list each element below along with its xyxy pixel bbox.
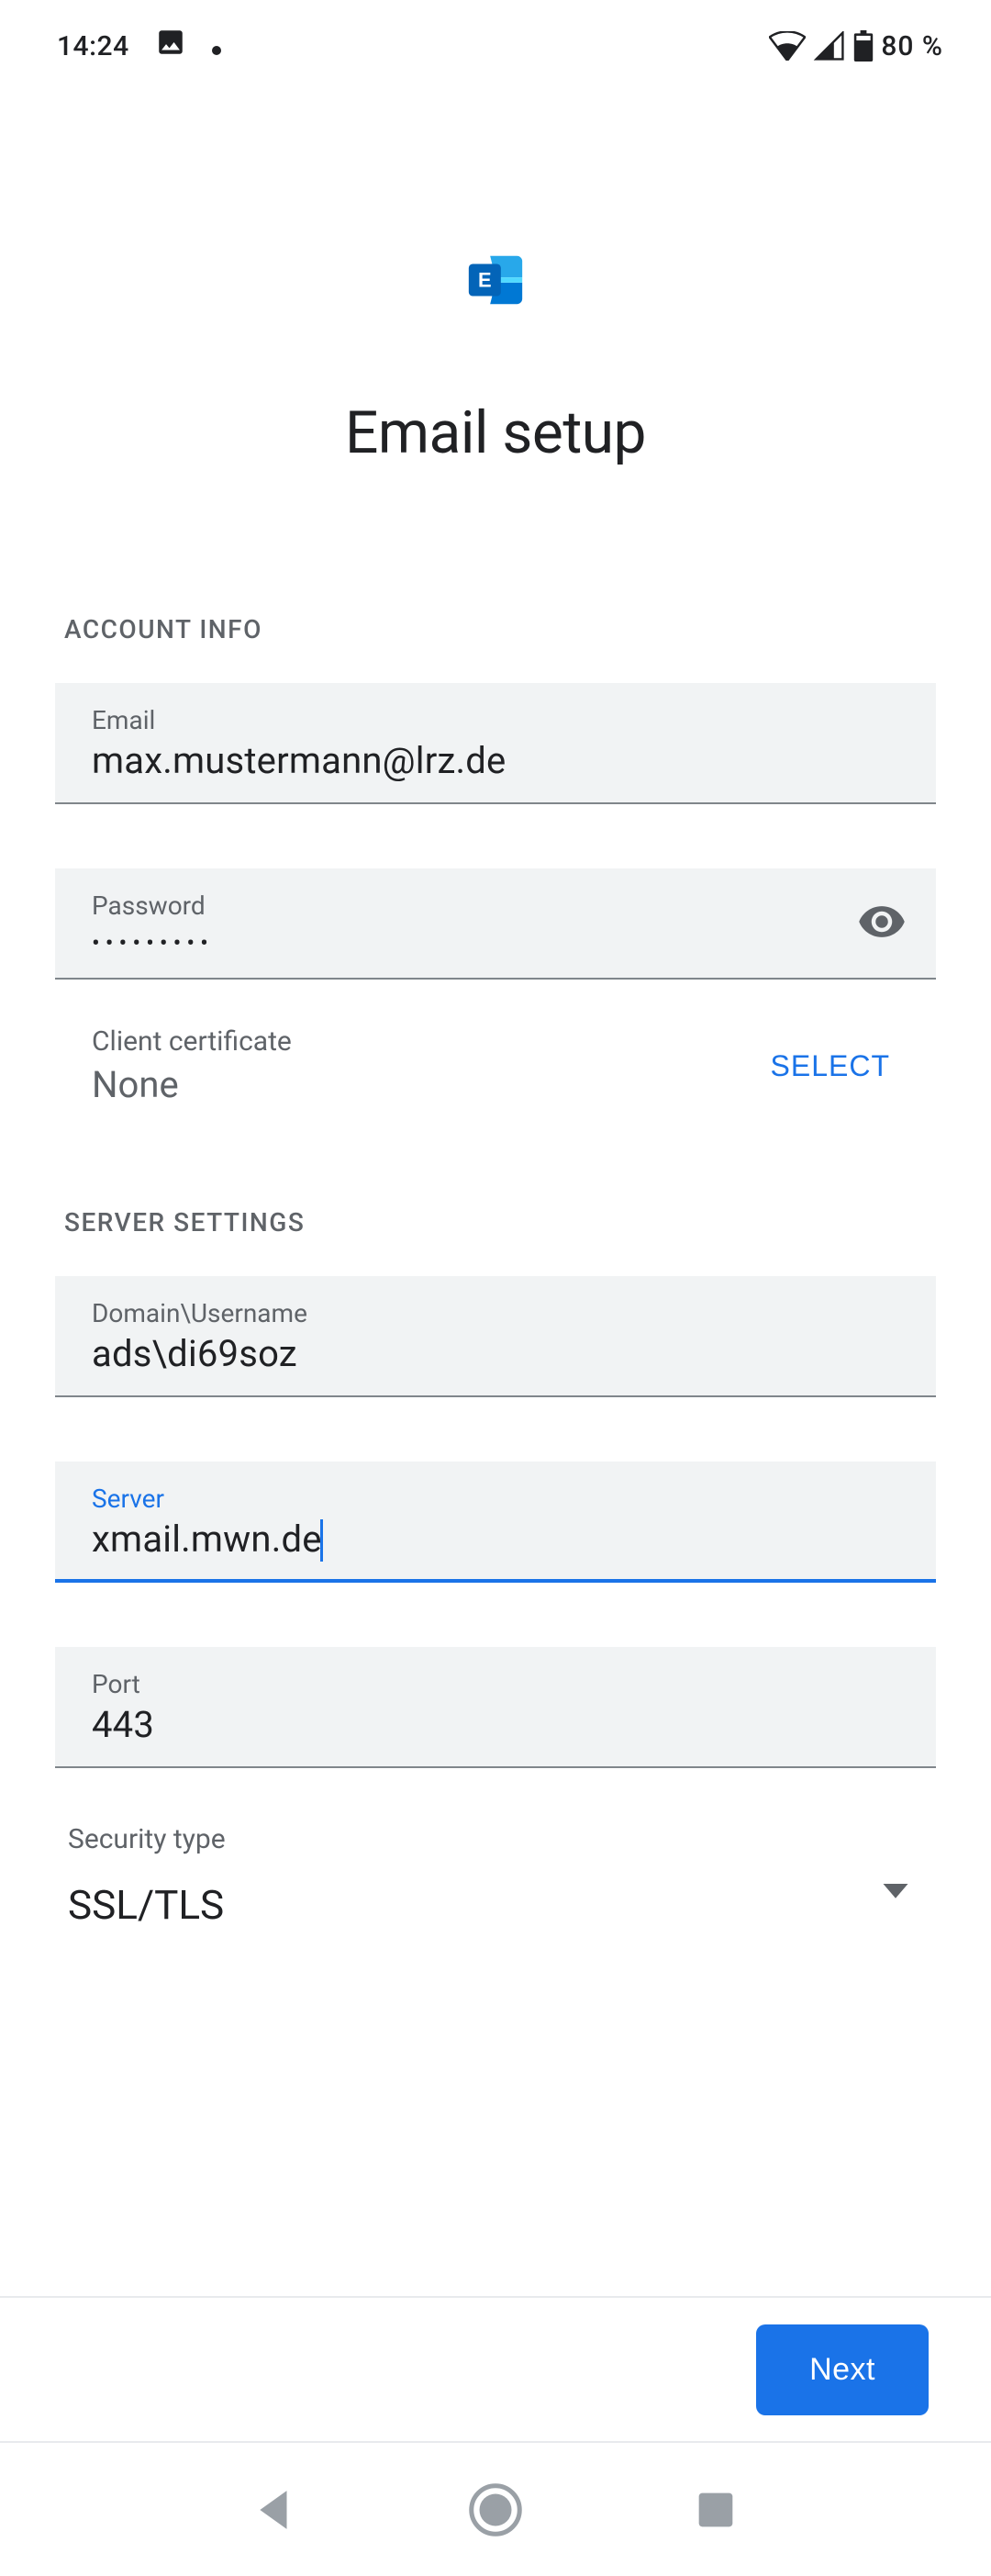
- security-type-row[interactable]: Security type SSL/TLS: [55, 1823, 936, 1929]
- exchange-logo-icon: E: [463, 248, 528, 316]
- password-field[interactable]: Password •••••••••: [55, 868, 936, 980]
- chevron-down-icon[interactable]: [883, 1884, 908, 1904]
- text-caret: [320, 1519, 323, 1562]
- domain-username-label: Domain\Username: [92, 1298, 899, 1328]
- account-info-header: ACCOUNT INFO: [0, 614, 991, 644]
- cellular-icon: [813, 31, 846, 61]
- nav-home-icon[interactable]: [440, 2482, 551, 2537]
- server-input[interactable]: [92, 1518, 321, 1561]
- server-settings-header: SERVER SETTINGS: [0, 1207, 991, 1238]
- server-label: Server: [92, 1484, 899, 1514]
- svg-text:E: E: [478, 268, 492, 291]
- page-title: Email setup: [0, 398, 991, 467]
- next-button[interactable]: Next: [756, 2324, 929, 2415]
- email-label: Email: [92, 705, 899, 735]
- content-area: E Email setup ACCOUNT INFO Email Passwor…: [0, 92, 991, 2333]
- notification-dot-icon: [212, 30, 221, 62]
- toggle-password-visibility-icon[interactable]: [857, 897, 907, 950]
- password-label: Password: [92, 890, 899, 921]
- client-certificate-value: None: [92, 1063, 743, 1106]
- client-certificate-row: Client certificate None SELECT: [55, 1025, 936, 1106]
- security-type-label: Security type: [68, 1823, 908, 1855]
- wifi-icon: [769, 31, 806, 61]
- notification-image-icon: [155, 27, 186, 65]
- navigation-bar: [0, 2443, 991, 2576]
- nav-back-icon[interactable]: [220, 2487, 330, 2533]
- server-field[interactable]: Server: [55, 1462, 936, 1583]
- status-time: 14:24: [57, 30, 129, 62]
- security-type-value: SSL/TLS: [68, 1881, 883, 1929]
- domain-username-input[interactable]: [92, 1332, 899, 1375]
- battery-percentage: 80 %: [881, 30, 943, 62]
- port-input[interactable]: [92, 1703, 899, 1746]
- email-field[interactable]: Email: [55, 683, 936, 804]
- client-certificate-label: Client certificate: [92, 1025, 743, 1058]
- port-field[interactable]: Port: [55, 1647, 936, 1768]
- password-input[interactable]: •••••••••: [92, 924, 899, 958]
- domain-username-field[interactable]: Domain\Username: [55, 1276, 936, 1397]
- select-certificate-button[interactable]: SELECT: [762, 1031, 899, 1102]
- email-input[interactable]: [92, 739, 899, 782]
- port-label: Port: [92, 1669, 899, 1699]
- battery-icon: [853, 30, 874, 62]
- footer-bar: Next: [0, 2296, 991, 2443]
- nav-recent-icon[interactable]: [661, 2490, 771, 2530]
- status-bar: 14:24 80 %: [0, 0, 991, 92]
